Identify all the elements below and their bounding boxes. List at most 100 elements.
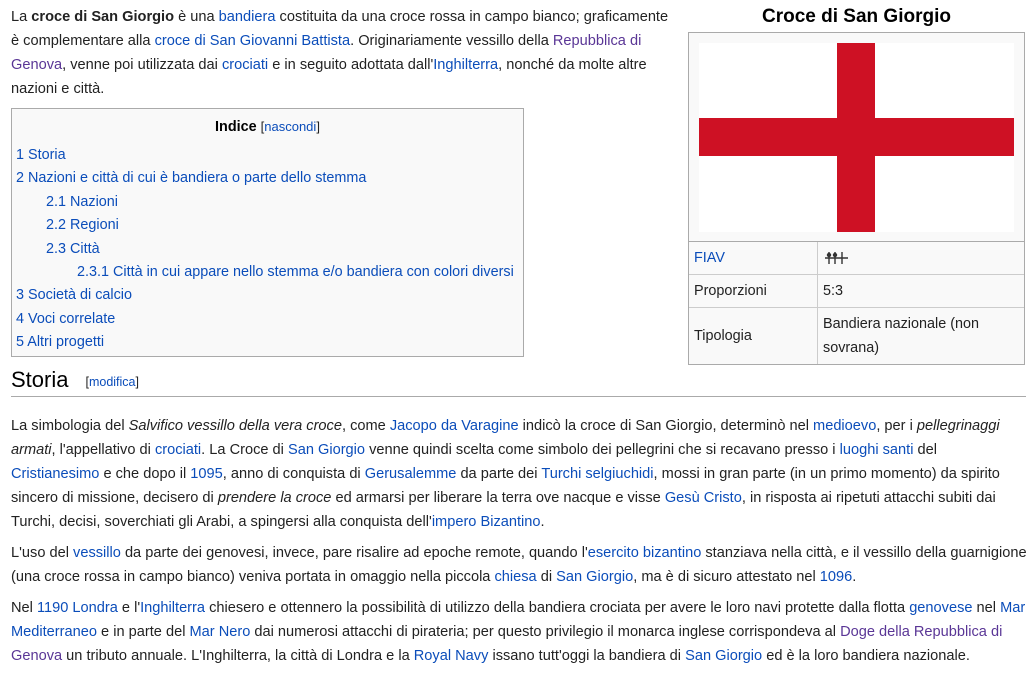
toc-link-altri-progetti[interactable]: 5 Altri progetti [16, 334, 104, 350]
article-subject: croce di San Giorgio [31, 9, 175, 25]
text: , l'appellativo di [51, 442, 155, 458]
link-1190[interactable]: 1190 [37, 600, 68, 616]
link-londra[interactable]: Londra [72, 600, 117, 616]
text: Nel [11, 600, 37, 616]
link-gerusalemme[interactable]: Gerusalemme [365, 466, 457, 482]
link-inghilterra[interactable]: Inghilterra [140, 600, 205, 616]
toc-link-voci-correlate[interactable]: 4 Voci correlate [16, 311, 115, 327]
toc-item: 1 Storia [12, 144, 523, 167]
text: , venne poi utilizzata dai [62, 57, 222, 73]
toc-item: 2.3.1 Città in cui appare nello stemma e… [12, 261, 523, 284]
link-san-giorgio[interactable]: San Giorgio [685, 648, 762, 664]
text: del [913, 442, 937, 458]
toc-toggle: [nascondi] [260, 119, 320, 134]
toc-item: 2.2 Regioni [12, 214, 523, 237]
toc-item: 2 Nazioni e città di cui è bandiera o pa… [12, 167, 523, 190]
text: ed armarsi per liberare la terra ove nac… [331, 490, 665, 506]
text: indicò la croce di San Giorgio, determin… [518, 418, 814, 434]
infobox-row-fiav: FIAV [689, 242, 1024, 275]
text: da parte dei genovesi, invece, pare risa… [120, 545, 588, 561]
link-1095[interactable]: 1095 [190, 466, 222, 482]
section-divider [11, 396, 1026, 397]
link-san-giorgio[interactable]: San Giorgio [556, 569, 633, 585]
text: , anno di conquista di [222, 466, 365, 482]
flag-svg [699, 43, 1014, 232]
toc-item: 5 Altri progetti [12, 331, 523, 354]
text: . [540, 514, 545, 530]
edit-section-link[interactable]: modifica [89, 375, 136, 389]
infobox: Croce di San Giorgio FIAV Proporzioni 5:… [688, 5, 1025, 365]
infobox-label: FIAV [689, 242, 818, 275]
text: e che dopo il [99, 466, 191, 482]
link-impero-bizantino[interactable]: impero Bizantino [432, 514, 541, 530]
text: . [852, 569, 857, 585]
text-italic: Salvifico vessillo della vera croce [128, 418, 342, 434]
link-croce-san-giovanni[interactable]: croce di San Giovanni Battista [155, 33, 351, 49]
link-genovese[interactable]: genovese [909, 600, 972, 616]
toc-link-storia[interactable]: 1 Storia [16, 147, 66, 163]
toc-link-societa-calcio[interactable]: 3 Società di calcio [16, 287, 132, 303]
link-bandiera[interactable]: bandiera [219, 9, 276, 25]
text: ed è la loro bandiera nazionale. [762, 648, 970, 664]
link-esercito-bizantino[interactable]: esercito bizantino [588, 545, 702, 561]
link-medioevo[interactable]: medioevo [813, 418, 876, 434]
text: issano tutt'oggi la bandiera di [488, 648, 686, 664]
text: . Originariamente vessillo della [350, 33, 553, 49]
toc-link-nazioni-citta[interactable]: 2 Nazioni e città di cui è bandiera o pa… [16, 170, 366, 186]
text: dai numerosi attacchi di pirateria; per … [250, 624, 841, 640]
text: un tributo annuale. L'Inghilterra, la ci… [62, 648, 414, 664]
paragraph-2: L'uso del vessillo da parte dei genovesi… [11, 541, 1027, 589]
link-royal-navy[interactable]: Royal Navy [414, 648, 489, 664]
text: di [536, 569, 557, 585]
toc-header: Indice [nascondi] [12, 109, 523, 144]
toc-title: Indice [215, 119, 257, 135]
flag-cross-horizontal [699, 118, 1014, 156]
link-1096[interactable]: 1096 [820, 569, 852, 585]
text: chiesero e ottennero la possibilità di u… [205, 600, 910, 616]
text: L'uso del [11, 545, 74, 561]
edit-section: [modifica] [85, 375, 139, 389]
toc-toggle-link[interactable]: nascondi [264, 119, 316, 134]
text: La simbologia del [11, 418, 129, 434]
text: , come [341, 418, 390, 434]
infobox-table: FIAV Proporzioni 5:3 Tipologia Bandiera … [689, 242, 1024, 364]
text: e in seguito adottata dall' [268, 57, 434, 73]
link-san-giorgio[interactable]: San Giorgio [288, 442, 365, 458]
section-heading-storia: Storia [modifica] [11, 366, 139, 396]
text: nel [972, 600, 1001, 616]
intro-paragraph: La croce di San Giorgio è una bandiera c… [11, 5, 676, 101]
toc-link-regioni[interactable]: 2.2 Regioni [46, 217, 119, 233]
infobox-label: Proporzioni [689, 274, 818, 308]
toc-item: 3 Società di calcio [12, 284, 523, 307]
toc-link-citta[interactable]: 2.3 Città [46, 241, 100, 257]
text: e l' [117, 600, 141, 616]
link-chiesa[interactable]: chiesa [494, 569, 536, 585]
link-crociati[interactable]: crociati [155, 442, 201, 458]
link-fiav[interactable]: FIAV [694, 250, 725, 266]
link-mar-nero[interactable]: Mar Nero [190, 624, 251, 640]
text: La [11, 9, 32, 25]
link-jacopo-da-varagine[interactable]: Jacopo da Varagine [390, 418, 519, 434]
link-luoghi-santi[interactable]: luoghi santi [840, 442, 914, 458]
link-cristianesimo[interactable]: Cristianesimo [11, 466, 99, 482]
infobox-value [818, 242, 1025, 275]
toc-item: 4 Voci correlate [12, 308, 523, 331]
toc-link-nazioni[interactable]: 2.1 Nazioni [46, 194, 118, 210]
paragraph-3: Nel 1190 Londra e l'Inghilterra chiesero… [11, 596, 1027, 668]
infobox-value: Bandiera nazionale (non sovrana) [817, 307, 1024, 364]
text: da parte dei [456, 466, 542, 482]
link-vessillo[interactable]: vessillo [73, 545, 121, 561]
section-body: La simbologia del Salvifico vessillo del… [11, 414, 1027, 675]
toc-link-citta-colori[interactable]: 2.3.1 Città in cui appare nello stemma e… [77, 264, 514, 280]
link-crociati[interactable]: crociati [222, 57, 268, 73]
link-inghilterra[interactable]: Inghilterra [433, 57, 498, 73]
infobox-row-proporzioni: Proporzioni 5:3 [689, 274, 1024, 308]
text: è una [174, 9, 219, 25]
link-turchi-selgiuchidi[interactable]: Turchi selgiuchidi [541, 466, 653, 482]
infobox-frame: FIAV Proporzioni 5:3 Tipologia Bandiera … [688, 32, 1025, 365]
flag-image[interactable] [689, 33, 1024, 242]
link-gesu-cristo[interactable]: Gesù Cristo [665, 490, 742, 506]
toc-list: 1 Storia 2 Nazioni e città di cui è band… [12, 144, 523, 355]
text: , ma è di sicuro attestato nel [633, 569, 820, 585]
fiav-symbol-icon[interactable] [823, 250, 849, 266]
